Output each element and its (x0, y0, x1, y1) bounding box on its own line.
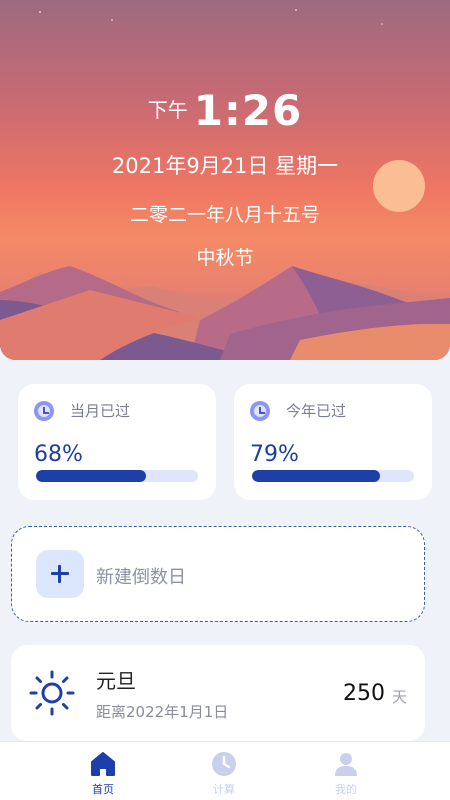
year-progress-percent: 79% (250, 442, 299, 467)
new-countdown-button[interactable]: 新建倒数日 (11, 526, 425, 622)
tab-profile[interactable]: 我的 (316, 750, 376, 797)
time-value: 1:26 (193, 86, 303, 135)
tab-profile-label: 我的 (335, 783, 357, 796)
lunar-date: 二零二一年八月十五号 (129, 204, 320, 226)
month-progress-bar (36, 470, 198, 482)
current-time: 下午 1:26 (0, 86, 450, 135)
year-progress-bar (252, 470, 414, 482)
festival-name: 中秋节 (196, 247, 254, 269)
new-countdown-label: 新建倒数日 (96, 567, 186, 588)
holiday-target-date: 距离2022年1月1日 (96, 703, 229, 721)
tab-calculate-label: 计算 (213, 783, 235, 796)
time-period: 下午 (147, 98, 188, 122)
days-unit: 天 (391, 688, 407, 706)
holiday-name: 元旦 (96, 669, 136, 693)
clock-icon (34, 400, 54, 421)
user-icon (335, 753, 357, 776)
month-progress-card[interactable]: 当月已过 68% (18, 384, 216, 500)
clock-icon (250, 400, 270, 421)
clock-icon (212, 752, 236, 776)
year-progress-fill (252, 470, 380, 482)
year-progress-card[interactable]: 今年已过 79% (234, 384, 432, 500)
days-remaining: 250 (343, 681, 385, 706)
desert-illustration (0, 9, 450, 360)
gregorian-date: 2021年9月21日 星期一 (111, 154, 339, 178)
month-progress-fill (36, 470, 147, 482)
bottom-tab-bar: 首页 计算 我的 (0, 741, 450, 800)
hero-banner: 下午 1:26 2021年9月21日 星期一 二零二一年八月十五号 中秋节 (0, 0, 450, 360)
tab-home-label: 首页 (92, 783, 114, 796)
month-progress-percent: 68% (34, 442, 83, 467)
sun-icon (29, 670, 75, 716)
tab-home[interactable]: 首页 (73, 750, 133, 797)
tab-calculate[interactable]: 计算 (194, 750, 254, 797)
holiday-countdown-card[interactable]: 元旦 距离2022年1月1日 250 天 (11, 645, 425, 741)
month-progress-label: 当月已过 (70, 402, 131, 420)
home-icon (91, 752, 115, 776)
plus-icon[interactable] (36, 550, 84, 598)
year-progress-label: 今年已过 (286, 402, 347, 420)
